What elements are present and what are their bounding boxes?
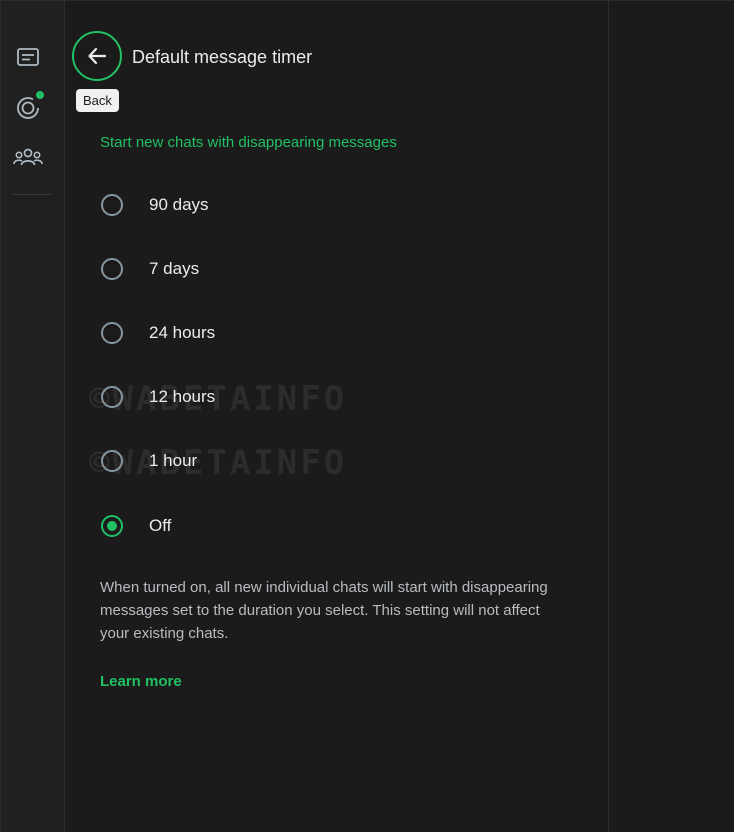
app-window: Default message timer Back Start new cha… [0, 0, 734, 832]
timer-option-12-hours[interactable]: 12 hours [101, 382, 215, 412]
back-tooltip: Back [76, 89, 119, 112]
arrow-left-icon [88, 47, 107, 65]
back-button[interactable] [72, 31, 122, 81]
radio-button[interactable] [101, 322, 123, 344]
option-label: 24 hours [149, 323, 216, 342]
status-icon [17, 97, 39, 119]
option-label: 1 hour [149, 451, 198, 470]
radio-button[interactable] [101, 450, 123, 472]
timer-option-7-days[interactable]: 7 days [101, 254, 199, 284]
status-indicator-dot [36, 91, 44, 99]
timer-option-90-days[interactable]: 90 days [101, 190, 209, 220]
radio-button[interactable] [101, 194, 123, 216]
option-label: 12 hours [149, 387, 216, 406]
learn-more-link[interactable]: Learn more [100, 673, 182, 690]
rail-divider [13, 194, 51, 195]
option-label: Off [149, 516, 172, 535]
communities-nav-button[interactable] [11, 141, 45, 175]
empty-content-area [609, 1, 734, 832]
chats-nav-button[interactable] [11, 41, 45, 75]
communities-icon [13, 148, 43, 166]
description-text: When turned on, all new individual chats… [100, 579, 548, 642]
page-title: Default message timer [132, 47, 313, 67]
settings-panel: Default message timer Back Start new cha… [65, 1, 609, 832]
radio-button-selected[interactable] [101, 515, 123, 537]
status-nav-button[interactable] [11, 91, 45, 125]
chat-icon [17, 48, 39, 66]
timer-option-24-hours[interactable]: 24 hours [101, 318, 215, 348]
radio-button[interactable] [101, 386, 123, 408]
timer-option-off[interactable]: Off [101, 511, 171, 541]
timer-option-1-hour[interactable]: 1 hour [101, 446, 197, 476]
option-label: 7 days [149, 259, 200, 278]
nav-rail [1, 1, 65, 832]
option-label: 90 days [149, 195, 209, 214]
section-title: Start new chats with disappearing messag… [100, 134, 397, 151]
radio-button[interactable] [101, 258, 123, 280]
